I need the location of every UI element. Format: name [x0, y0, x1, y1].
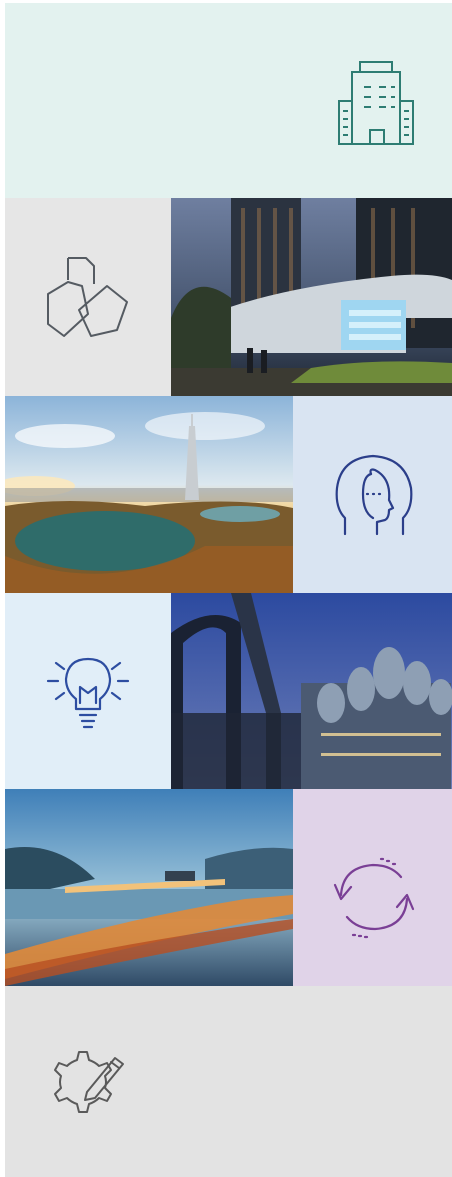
- gear-with-pencil-icon: [49, 1048, 129, 1120]
- photo-residential-entrance: [171, 198, 452, 396]
- tile-gear-pencil: [5, 986, 452, 1177]
- lightbulb-icon: [44, 647, 132, 731]
- tile-refresh: [293, 789, 452, 986]
- photo-highway-bridge: [5, 789, 293, 986]
- tile-lightbulb: [5, 593, 171, 789]
- photo-city-skyline-lake: [5, 396, 293, 593]
- tile-building: [5, 3, 452, 198]
- tile-documents: [5, 198, 171, 396]
- office-building-icon: [335, 59, 423, 149]
- tile-human-head: [293, 396, 452, 593]
- human-head-profile-icon: [333, 454, 415, 538]
- photo-industrial-plant: [171, 593, 452, 789]
- documents-icon: [43, 254, 133, 344]
- refresh-cycle-icon: [331, 855, 417, 939]
